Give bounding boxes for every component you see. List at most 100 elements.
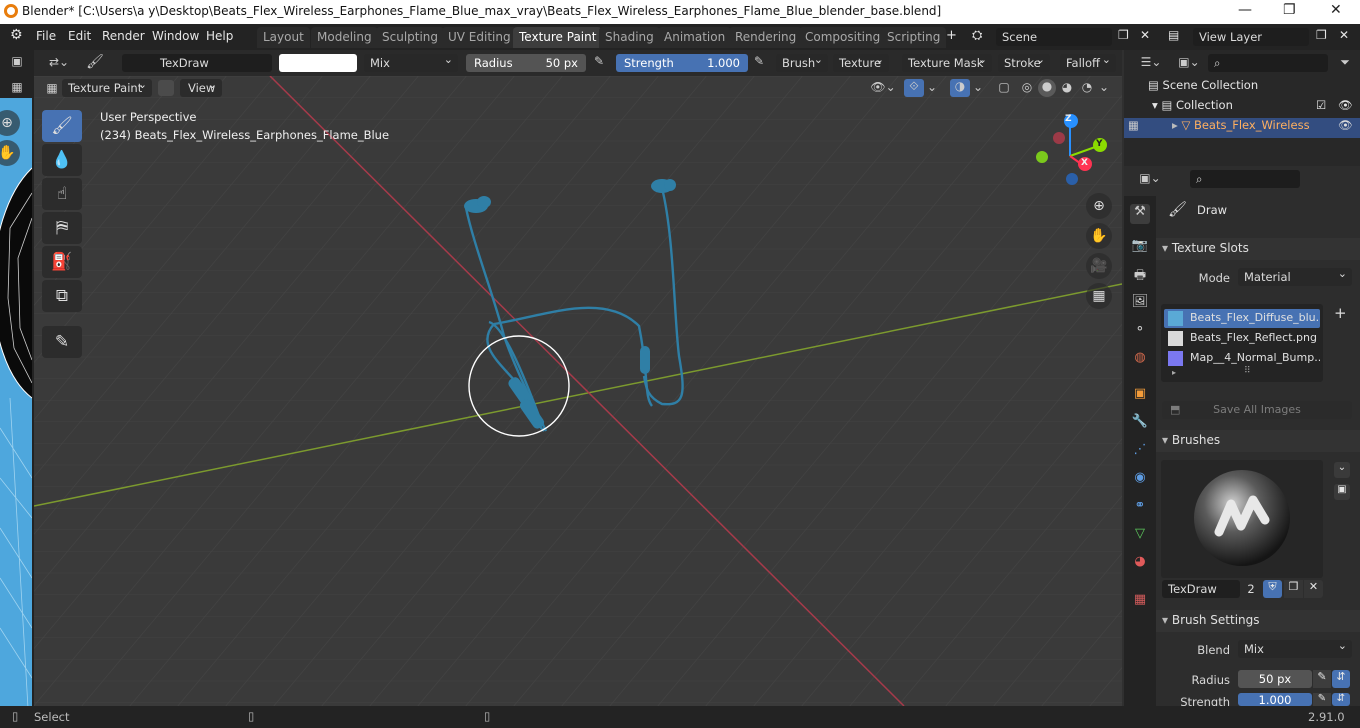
radius-unit-icon[interactable]: ⇵: [1332, 670, 1350, 688]
texture-slots-panel-header[interactable]: Texture Slots: [1156, 238, 1360, 260]
brush-image-icon[interactable]: ▣: [1334, 484, 1350, 500]
radius-prop-slider[interactable]: 50 px: [1238, 670, 1312, 688]
menu-window[interactable]: Window: [152, 29, 199, 43]
copy-view-layer-icon[interactable]: ❐: [1316, 28, 1327, 42]
brushes-panel-header[interactable]: Brushes: [1156, 430, 1360, 452]
camera-icon[interactable]: 🎥: [1086, 253, 1112, 279]
radius-slider[interactable]: Radius 50 px: [466, 54, 586, 72]
collection-visibility-icon[interactable]: 👁: [1338, 98, 1353, 112]
tab-compositing[interactable]: Compositing: [799, 27, 887, 48]
ortho-grid-icon[interactable]: ▦: [1086, 283, 1112, 309]
editor-type-icon[interactable]: ▣: [8, 54, 26, 68]
clone-tool-icon[interactable]: ⛿: [42, 212, 82, 244]
display-mode-icon[interactable]: ▣⌄: [1174, 55, 1204, 69]
duplicate-brush-icon[interactable]: ❐: [1284, 580, 1303, 598]
material-shading-icon[interactable]: ◕: [1058, 80, 1076, 94]
constraints-tab-icon[interactable]: ⚭: [1130, 498, 1150, 518]
properties-editor-icon[interactable]: ▣⌄: [1136, 171, 1164, 185]
wireframe-shading-icon[interactable]: ◎: [1018, 80, 1036, 94]
blend-dropdown[interactable]: Mix: [1238, 639, 1352, 658]
strength-pressure-icon[interactable]: ✎: [750, 54, 768, 68]
tab-texture-paint[interactable]: Texture Paint: [513, 27, 603, 48]
brush-name-field[interactable]: TexDraw: [122, 54, 272, 72]
outliner-search-input[interactable]: ⌕: [1208, 54, 1328, 72]
add-slot-icon[interactable]: +: [1334, 304, 1347, 322]
material-tab-icon[interactable]: ◕: [1130, 554, 1150, 574]
radius-pressure-icon[interactable]: ✎: [590, 54, 608, 68]
texture-menu[interactable]: Texture: [833, 53, 889, 72]
list-resize-handle-icon[interactable]: ⠿: [1244, 366, 1251, 376]
tab-animation[interactable]: Animation: [658, 27, 732, 48]
visibility-icon[interactable]: 👁⌄: [870, 80, 896, 94]
fake-user-shield-icon[interactable]: ⛨: [1263, 580, 1282, 598]
outliner-scene-collection[interactable]: ▤ Scene Collection: [1124, 78, 1360, 98]
filter-icon[interactable]: ⏷: [1336, 55, 1354, 70]
texture-tab-icon[interactable]: ▦: [1130, 592, 1150, 612]
render-tab-icon[interactable]: 📷: [1130, 238, 1150, 258]
tab-scripting[interactable]: Scripting: [881, 27, 947, 48]
texture-slot-0[interactable]: Beats_Flex_Diffuse_blu...: [1164, 309, 1320, 328]
add-workspace-icon[interactable]: +: [946, 28, 957, 43]
mask-toggle-icon[interactable]: [158, 80, 174, 96]
tab-rendering[interactable]: Rendering: [729, 27, 803, 48]
draw-tool-icon[interactable]: 🖌: [42, 110, 82, 142]
menu-file[interactable]: File: [36, 29, 56, 43]
close-icon[interactable]: ✕: [1330, 2, 1342, 18]
unlink-brush-icon[interactable]: ✕: [1304, 580, 1323, 598]
data-tab-icon[interactable]: ▽: [1130, 526, 1150, 546]
tab-shading[interactable]: Shading: [599, 27, 660, 48]
tab-layout[interactable]: Layout: [257, 27, 310, 48]
shading-options-icon[interactable]: ⌄: [1098, 80, 1110, 94]
world-tab-icon[interactable]: ◍: [1130, 350, 1150, 370]
strength-pressure-toggle-icon[interactable]: ✎: [1313, 693, 1331, 706]
outliner-collection[interactable]: ▾ ▤ Collection ☑ 👁: [1124, 98, 1360, 118]
maximize-icon[interactable]: ❐: [1283, 2, 1296, 18]
strength-unit-icon[interactable]: ⇵: [1332, 693, 1350, 706]
properties-search-input[interactable]: ⌕: [1190, 170, 1300, 188]
stroke-menu[interactable]: Stroke: [998, 53, 1050, 72]
mode-dropdown[interactable]: Texture Paint: [62, 78, 152, 97]
solid-shading-icon[interactable]: ●: [1038, 79, 1056, 97]
minimize-icon[interactable]: —: [1238, 2, 1252, 18]
view-menu[interactable]: View: [180, 78, 222, 97]
scene-icon[interactable]: ⛭: [972, 28, 982, 43]
annotate-tool-icon[interactable]: ✎: [42, 326, 82, 358]
physics-tab-icon[interactable]: ◉: [1130, 470, 1150, 490]
falloff-menu[interactable]: Falloff: [1060, 53, 1116, 72]
fill-tool-icon[interactable]: ⛽: [42, 246, 82, 278]
scene-name-field[interactable]: Scene: [996, 28, 1112, 46]
view-layer-icon[interactable]: ▤: [1168, 28, 1179, 42]
texture-mode-dropdown[interactable]: Material: [1238, 267, 1352, 286]
view-layer-field[interactable]: View Layer: [1193, 28, 1309, 46]
texture-mask-menu[interactable]: Texture Mask: [902, 53, 992, 72]
brush-settings-panel-header[interactable]: Brush Settings: [1156, 610, 1360, 632]
checker-icon[interactable]: ▦: [8, 80, 26, 94]
brush-options-icon[interactable]: ⌄: [1334, 462, 1350, 478]
view-layer-tab-icon[interactable]: 🖼: [1130, 294, 1150, 314]
blend-mode-dropdown[interactable]: Mix: [364, 53, 458, 72]
scene-tab-icon[interactable]: ⚬: [1130, 322, 1150, 342]
tab-sculpting[interactable]: Sculpting: [376, 27, 445, 48]
gizmo-toggle-icon[interactable]: ⟐: [904, 79, 924, 97]
particles-tab-icon[interactable]: ⋰: [1130, 442, 1150, 462]
tool-settings-icon[interactable]: ⇄⌄: [48, 55, 70, 69]
save-all-images-button[interactable]: ⬒ Save All Images: [1162, 401, 1352, 419]
menu-edit[interactable]: Edit: [68, 29, 91, 43]
menu-help[interactable]: Help: [206, 29, 233, 43]
smear-tool-icon[interactable]: ☝: [42, 178, 82, 210]
tab-modeling[interactable]: Modeling: [311, 27, 378, 48]
strength-prop-slider[interactable]: 1.000: [1238, 693, 1312, 706]
pan-hand-icon[interactable]: ✋: [1086, 223, 1112, 249]
object-tab-icon[interactable]: ▣: [1130, 386, 1150, 406]
brush-icon[interactable]: 🖌: [86, 54, 104, 70]
remove-scene-icon[interactable]: ✕: [1140, 28, 1150, 42]
output-tab-icon[interactable]: 🖶: [1130, 266, 1150, 286]
remove-view-layer-icon[interactable]: ✕: [1339, 28, 1349, 42]
texture-slot-2[interactable]: Map__4_Normal_Bump....: [1164, 349, 1320, 368]
gizmo-options-icon[interactable]: ⌄: [926, 80, 938, 94]
blender-menu-icon[interactable]: ⚙: [10, 27, 23, 43]
tool-tab-icon[interactable]: ⚒: [1130, 204, 1150, 224]
xray-icon[interactable]: ▢: [996, 80, 1012, 94]
brush-datablock-name[interactable]: TexDraw: [1162, 580, 1240, 598]
collection-checkbox-icon[interactable]: ☑: [1316, 98, 1326, 112]
